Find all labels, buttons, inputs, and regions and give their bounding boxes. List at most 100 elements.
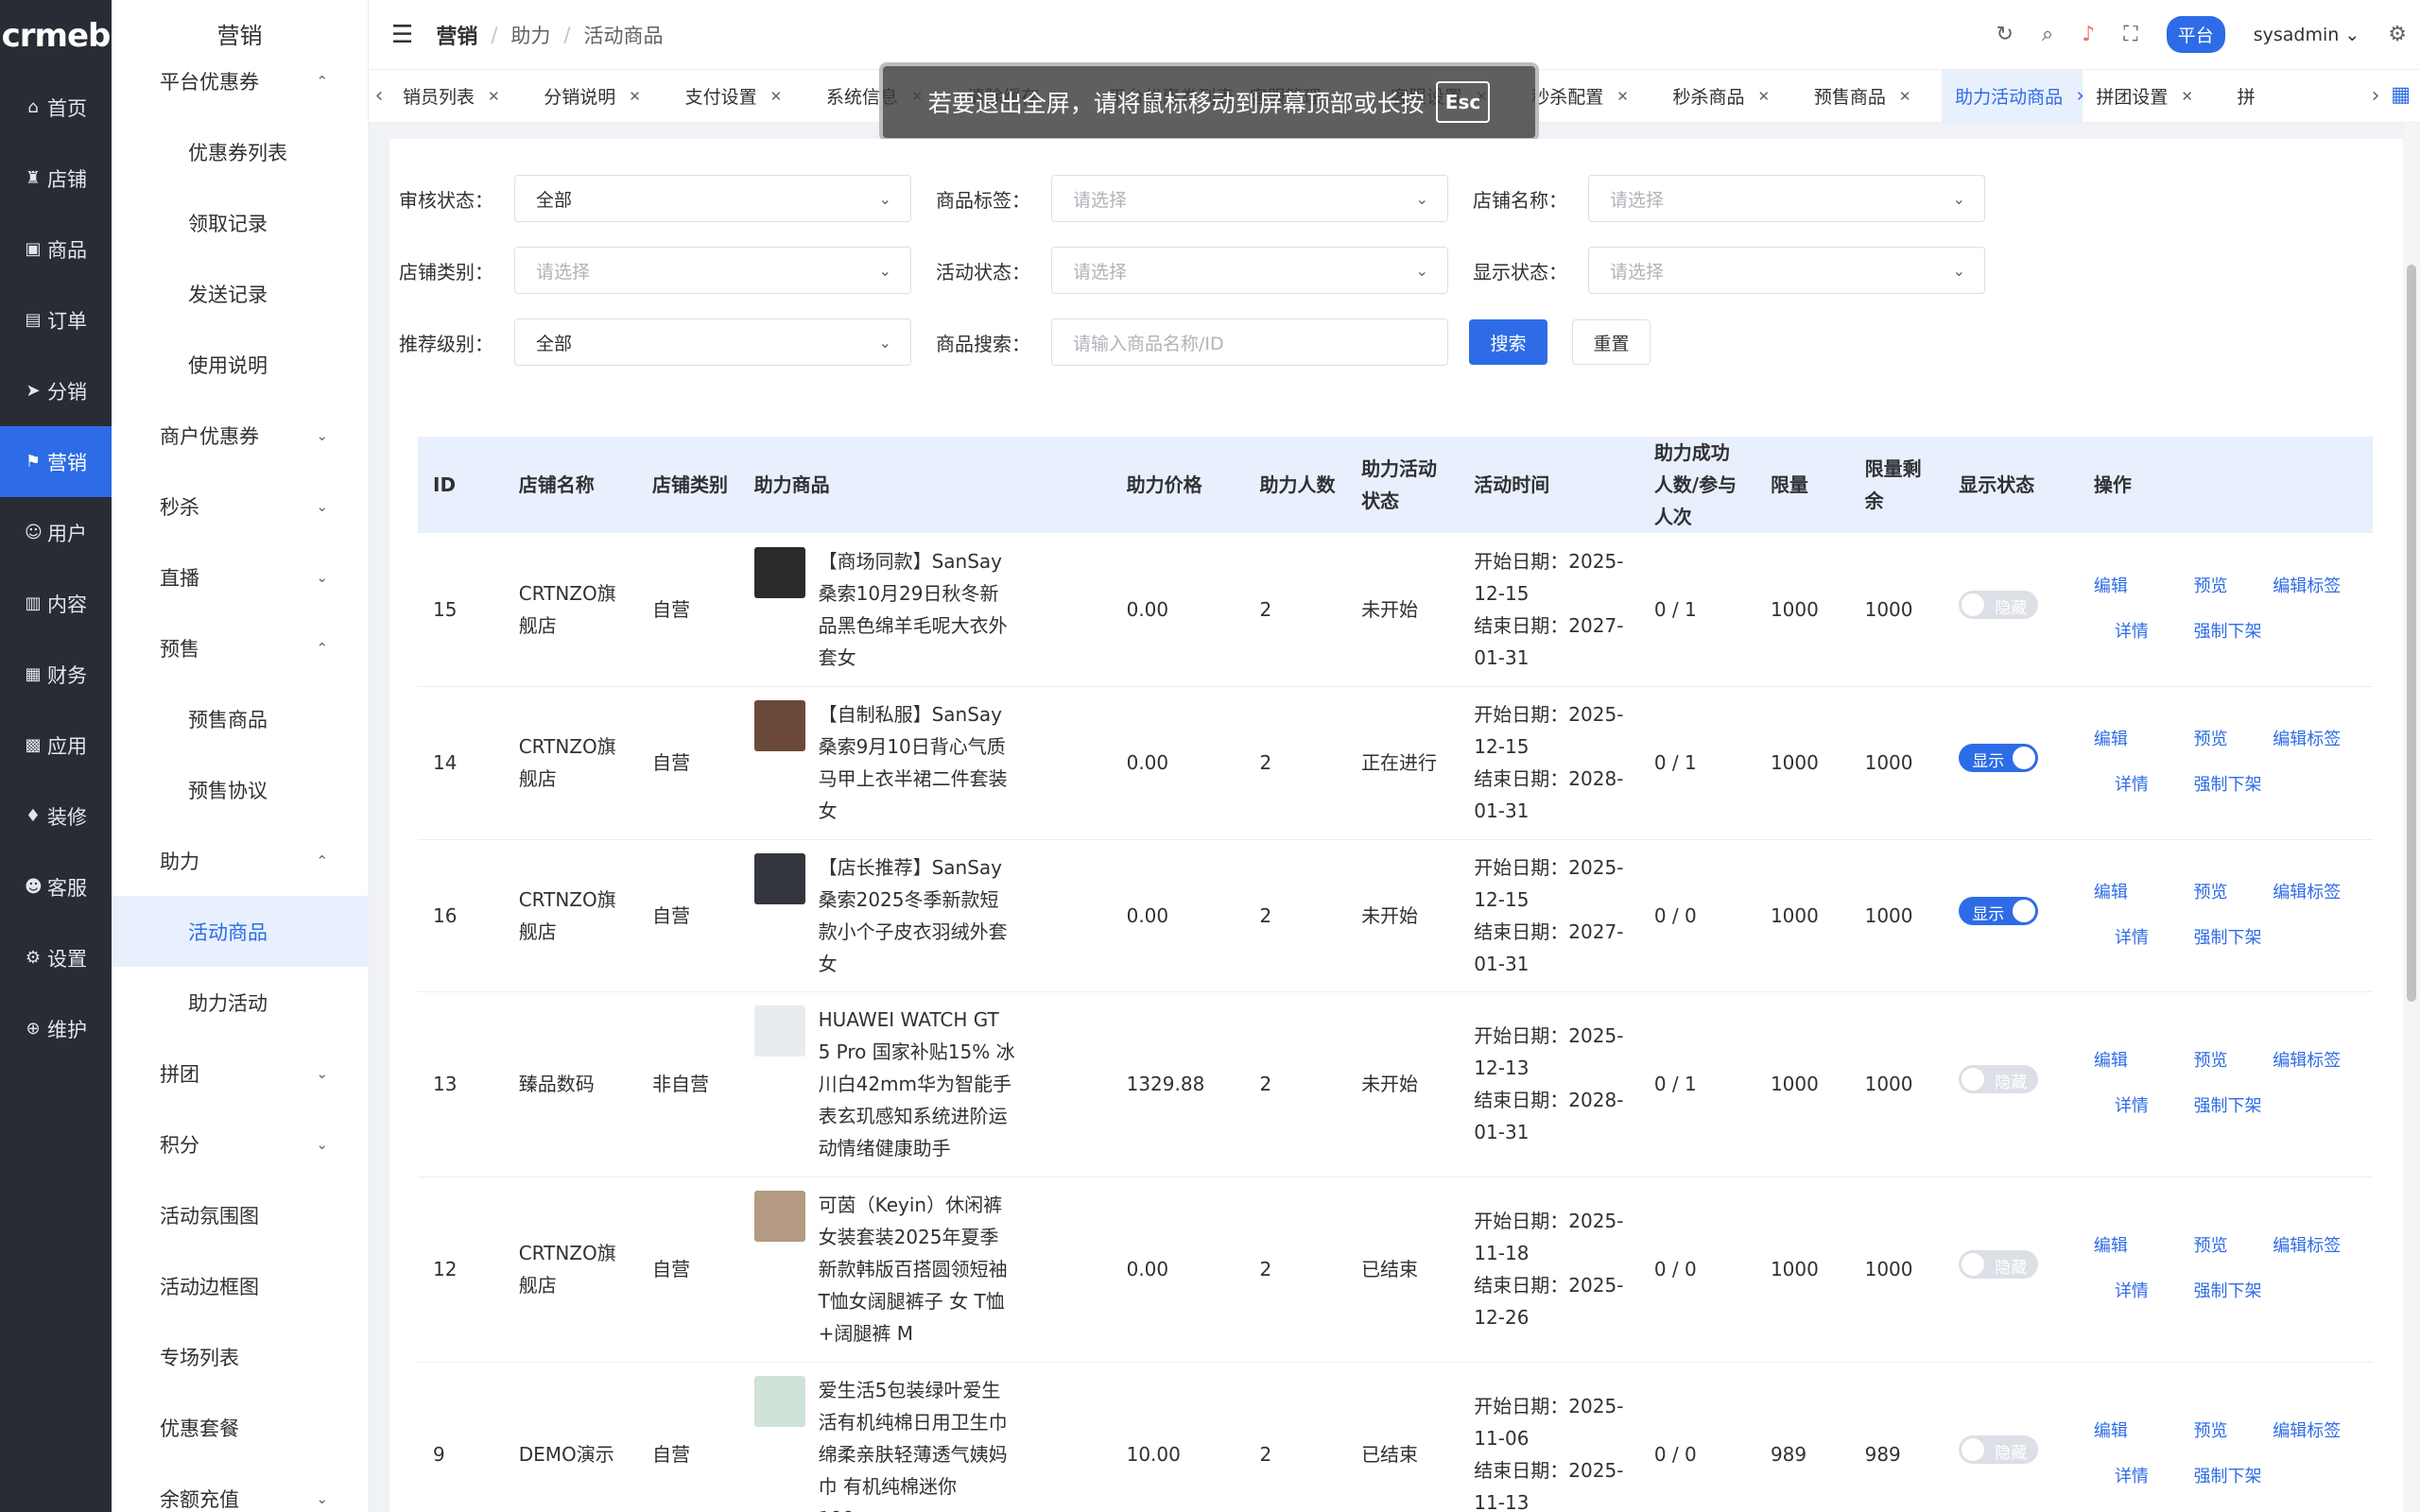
submenu-item[interactable]: 秒杀 ⌄ — [112, 471, 368, 541]
preview-link[interactable]: 预览 — [2194, 571, 2251, 603]
edit-link[interactable]: 编辑 — [2094, 571, 2171, 603]
close-icon[interactable]: ✕ — [2181, 88, 2193, 105]
preview-link[interactable]: 预览 — [2194, 1230, 2251, 1263]
submenu-item[interactable]: 拼团 ⌄ — [112, 1038, 368, 1108]
detail-link[interactable]: 详情 — [2094, 922, 2171, 954]
edit-tag-link[interactable]: 编辑标签 — [2273, 1230, 2363, 1263]
display-toggle[interactable]: 隐藏 — [1959, 1065, 2039, 1093]
submenu-item[interactable]: 领取记录 — [112, 187, 368, 258]
activity-status-select[interactable]: 请选择 ⌄ — [1051, 247, 1448, 294]
edit-link[interactable]: 编辑 — [2094, 1045, 2171, 1077]
display-toggle[interactable]: 显示 — [1959, 896, 2039, 925]
rail-item-0[interactable]: ⌂ 首页 — [0, 72, 112, 143]
submenu-item[interactable]: 活动商品 — [112, 896, 368, 967]
submenu-item[interactable]: 优惠券列表 — [112, 116, 368, 187]
edit-link[interactable]: 编辑 — [2094, 1416, 2171, 1448]
edit-tag-link[interactable]: 编辑标签 — [2273, 1416, 2363, 1448]
goods-tag-select[interactable]: 请选择 ⌄ — [1051, 175, 1448, 222]
submenu-item[interactable]: 使用说明 — [112, 329, 368, 400]
edit-tag-link[interactable]: 编辑标签 — [2273, 1045, 2363, 1077]
display-toggle[interactable]: 隐藏 — [1959, 1250, 2039, 1279]
settings-icon[interactable]: ⚙ — [2388, 23, 2407, 46]
store-type-select[interactable]: 请选择 ⌄ — [514, 247, 911, 294]
scrollbar-thumb[interactable] — [2407, 265, 2416, 1002]
submenu-item[interactable]: 发送记录 — [112, 258, 368, 329]
search-button[interactable]: 搜索 — [1469, 319, 1547, 365]
goods-thumbnail[interactable] — [753, 546, 805, 598]
tab-item[interactable]: 拼团设置 ✕ — [2083, 70, 2223, 123]
close-icon[interactable]: ✕ — [629, 88, 641, 105]
close-icon[interactable]: ✕ — [2076, 88, 2083, 105]
rail-item-1[interactable]: ♜ 店铺 — [0, 143, 112, 214]
detail-link[interactable]: 详情 — [2094, 616, 2171, 648]
tab-item[interactable]: 秒杀配置 ✕ — [1518, 70, 1659, 123]
display-toggle[interactable]: 显示 — [1959, 744, 2039, 772]
force-off-link[interactable]: 强制下架 — [2194, 1461, 2363, 1493]
rail-item-8[interactable]: ▦ 财务 — [0, 639, 112, 710]
store-name-select[interactable]: 请选择 ⌄ — [1588, 175, 1985, 222]
search-icon[interactable]: ⌕ — [2042, 23, 2053, 46]
rail-item-10[interactable]: ♦ 装修 — [0, 781, 112, 851]
close-icon[interactable]: ✕ — [488, 88, 500, 105]
close-icon[interactable]: ✕ — [770, 88, 783, 105]
audit-status-select[interactable]: 全部 ⌄ — [514, 175, 911, 222]
breadcrumb-item[interactable]: 营销 — [436, 20, 477, 50]
submenu-item[interactable]: 专场列表 — [112, 1321, 368, 1392]
edit-tag-link[interactable]: 编辑标签 — [2273, 724, 2363, 756]
goods-thumbnail[interactable] — [753, 852, 805, 904]
force-off-link[interactable]: 强制下架 — [2194, 1091, 2363, 1123]
detail-link[interactable]: 详情 — [2094, 1091, 2171, 1123]
goods-thumbnail[interactable] — [753, 1376, 805, 1427]
close-icon[interactable]: ✕ — [1899, 88, 1911, 105]
detail-link[interactable]: 详情 — [2094, 1461, 2171, 1493]
display-toggle[interactable]: 隐藏 — [1959, 1435, 2039, 1464]
preview-link[interactable]: 预览 — [2194, 724, 2251, 756]
force-off-link[interactable]: 强制下架 — [2194, 922, 2363, 954]
goods-search-input[interactable]: 请输入商品名称/ID — [1051, 318, 1448, 366]
rail-item-2[interactable]: ▣ 商品 — [0, 214, 112, 284]
close-icon[interactable]: ✕ — [1758, 88, 1771, 105]
submenu-item[interactable]: 预售协议 — [112, 754, 368, 825]
edit-tag-link[interactable]: 编辑标签 — [2273, 877, 2363, 909]
submenu-item[interactable]: 活动氛围图 — [112, 1179, 368, 1250]
rail-item-9[interactable]: ▩ 应用 — [0, 710, 112, 781]
grid-icon[interactable]: ▦ — [2391, 83, 2411, 107]
tab-item[interactable]: 助力活动商品 ✕ — [1942, 69, 2083, 123]
submenu-item[interactable]: 预售商品 — [112, 683, 368, 754]
submenu-item[interactable]: 优惠套餐 — [112, 1392, 368, 1463]
user-menu[interactable]: sysadmin ⌄ — [2254, 25, 2360, 45]
submenu-item[interactable]: 活动边框图 — [112, 1250, 368, 1321]
rail-item-12[interactable]: ⚙ 设置 — [0, 922, 112, 993]
page-scrollbar[interactable] — [2403, 123, 2420, 1512]
goods-thumbnail[interactable] — [753, 1191, 805, 1242]
goods-thumbnail[interactable] — [753, 1005, 805, 1057]
brand-logo[interactable]: crmeb — [0, 0, 112, 72]
display-toggle[interactable]: 隐藏 — [1959, 590, 2039, 619]
submenu-item[interactable]: 商户优惠券 ⌄ — [112, 400, 368, 471]
rail-item-13[interactable]: ⊕ 维护 — [0, 993, 112, 1064]
display-status-select[interactable]: 请选择 ⌄ — [1588, 247, 1985, 294]
submenu-item[interactable]: 积分 ⌄ — [112, 1108, 368, 1179]
goods-thumbnail[interactable] — [753, 700, 805, 751]
bell-icon[interactable]: ♪ — [2082, 23, 2095, 46]
breadcrumb-item[interactable]: 助力 — [510, 21, 550, 49]
submenu-item[interactable]: 直播 ⌄ — [112, 541, 368, 612]
preview-link[interactable]: 预览 — [2194, 1416, 2251, 1448]
fullscreen-icon[interactable]: ⛶ — [2123, 23, 2137, 46]
tab-item[interactable]: 销员列表 ✕ — [389, 70, 530, 123]
submenu-item[interactable]: 助力 ⌃ — [112, 825, 368, 896]
preview-link[interactable]: 预览 — [2194, 1045, 2251, 1077]
force-off-link[interactable]: 强制下架 — [2194, 616, 2363, 648]
close-icon[interactable]: ✕ — [1616, 88, 1629, 105]
edit-link[interactable]: 编辑 — [2094, 877, 2171, 909]
chevron-right-icon[interactable]: › — [2365, 84, 2386, 108]
tab-item[interactable]: 支付设置 ✕ — [672, 70, 813, 123]
edit-link[interactable]: 编辑 — [2094, 1230, 2171, 1263]
detail-link[interactable]: 详情 — [2094, 1276, 2171, 1308]
rail-item-4[interactable]: ➤ 分销 — [0, 355, 112, 426]
tab-item[interactable]: 预售商品 ✕ — [1801, 70, 1942, 123]
rail-item-6[interactable]: ☺ 用户 — [0, 497, 112, 568]
submenu-item[interactable]: 余额充值 ⌄ — [112, 1463, 368, 1512]
chevron-left-icon[interactable]: ‹ — [369, 84, 389, 108]
recommend-level-select[interactable]: 全部 ⌄ — [514, 318, 911, 366]
